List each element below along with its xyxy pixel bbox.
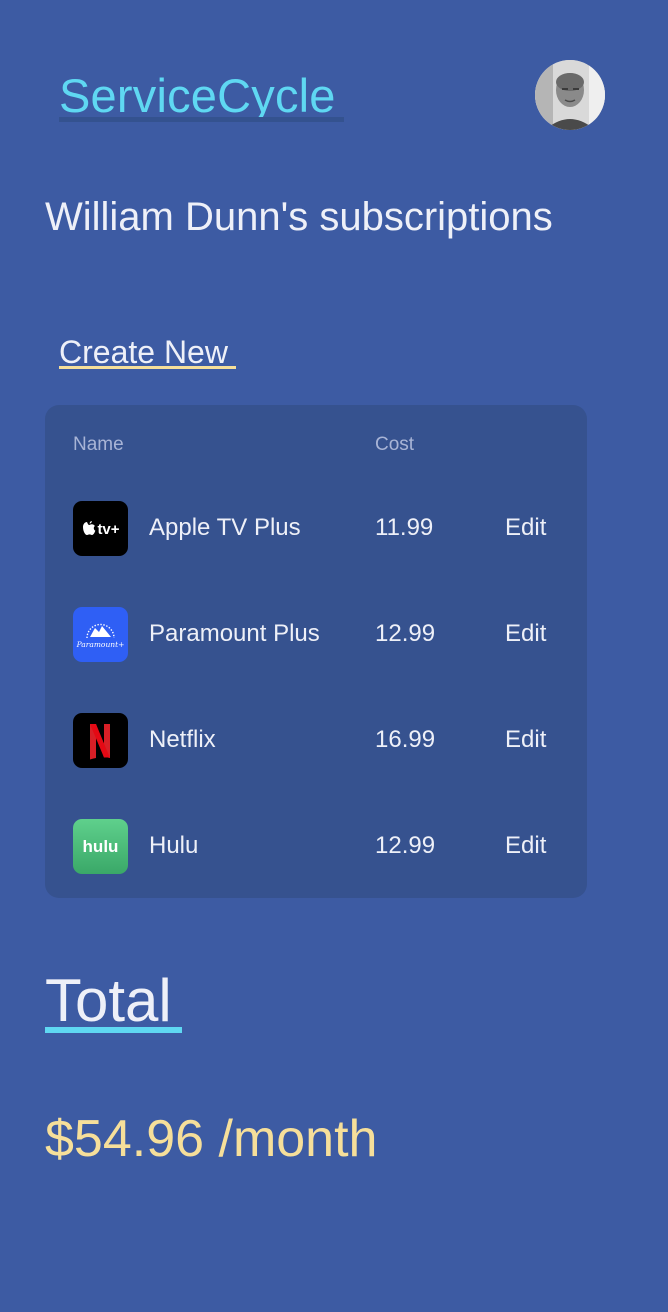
total-underline <box>45 1027 182 1033</box>
appletv-plus-logo: tv+ <box>73 501 128 556</box>
total-value: $54.96 /month <box>45 1110 378 1168</box>
edit-button[interactable]: Edit <box>505 513 546 543</box>
column-header-cost: Cost <box>375 434 415 455</box>
hulu-logo: hulu <box>73 819 128 874</box>
service-name: Paramount Plus <box>149 620 320 647</box>
svg-text:tv+: tv+ <box>97 521 119 538</box>
svg-text:Paramount+: Paramount+ <box>76 640 125 649</box>
total-label: Total <box>45 967 172 1034</box>
edit-button[interactable]: Edit <box>505 619 546 649</box>
service-name: Apple TV Plus <box>149 514 301 541</box>
create-new-underline <box>59 366 236 369</box>
service-cost: 12.99 <box>375 832 436 859</box>
column-header-name: Name <box>73 434 124 455</box>
table-row: Netflix 16.99 Edit <box>45 713 587 769</box>
page-title: William Dunn's subscriptions <box>45 195 553 239</box>
svg-text:hulu: hulu <box>83 837 119 856</box>
table-row: hulu Hulu 12.99 Edit <box>45 819 587 875</box>
edit-button[interactable]: Edit <box>505 831 546 861</box>
user-avatar[interactable] <box>535 60 605 130</box>
subscriptions-table: Name Cost tv+ Apple TV Plus 11.99 Edit P… <box>45 405 587 898</box>
service-cost: 11.99 <box>375 514 434 541</box>
app-brand[interactable]: ServiceCycle <box>59 68 336 124</box>
avatar-icon <box>535 60 605 130</box>
brand-underline <box>59 117 344 122</box>
service-cost: 16.99 <box>375 726 436 753</box>
paramount-plus-logo: Paramount+ <box>73 607 128 662</box>
table-row: Paramount+ Paramount Plus 12.99 Edit <box>45 607 587 663</box>
netflix-logo <box>73 713 128 768</box>
service-name: Hulu <box>149 832 199 859</box>
table-row: tv+ Apple TV Plus 11.99 Edit <box>45 501 587 557</box>
service-name: Netflix <box>149 726 216 753</box>
edit-button[interactable]: Edit <box>505 725 546 755</box>
service-cost: 12.99 <box>375 620 436 647</box>
